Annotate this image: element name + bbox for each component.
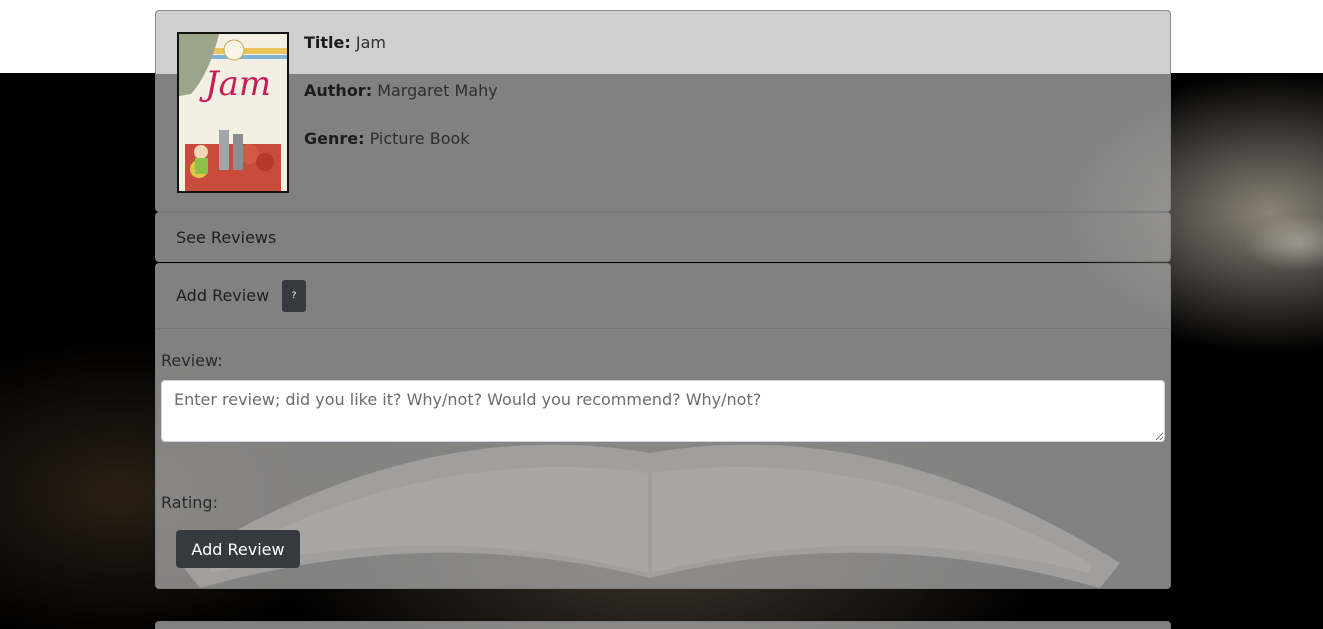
page: Jam Title: Jam Author: Margaret Mahy Gen… bbox=[0, 0, 1323, 629]
book-cover-image: Jam bbox=[177, 32, 289, 193]
next-book-card bbox=[155, 621, 1171, 629]
title-label: Title: bbox=[304, 33, 351, 52]
add-review-header[interactable]: Add Review bbox=[176, 286, 269, 305]
review-textarea[interactable] bbox=[161, 380, 1165, 442]
book-genre-row: Genre: Picture Book bbox=[304, 129, 470, 148]
rating-label: Rating: bbox=[161, 493, 218, 512]
book-title-row: Title: Jam bbox=[304, 33, 386, 52]
author-label: Author: bbox=[304, 81, 373, 100]
help-button[interactable]: ? bbox=[282, 280, 306, 312]
see-reviews-label: See Reviews bbox=[176, 228, 277, 247]
author-value: Margaret Mahy bbox=[377, 81, 498, 100]
add-review-section: Add Review ? Review: Rating: Add Review bbox=[155, 263, 1171, 589]
review-label: Review: bbox=[161, 351, 223, 370]
book-author-row: Author: Margaret Mahy bbox=[304, 81, 498, 100]
add-review-button[interactable]: Add Review bbox=[176, 530, 300, 568]
cover-title-text: Jam bbox=[205, 64, 272, 104]
title-value: Jam bbox=[355, 33, 386, 52]
genre-label: Genre: bbox=[304, 129, 365, 148]
genre-value: Picture Book bbox=[369, 129, 470, 148]
divider bbox=[156, 328, 1170, 329]
book-info-card: Jam Title: Jam Author: Margaret Mahy Gen… bbox=[155, 10, 1171, 212]
see-reviews-toggle[interactable]: See Reviews bbox=[155, 212, 1171, 262]
